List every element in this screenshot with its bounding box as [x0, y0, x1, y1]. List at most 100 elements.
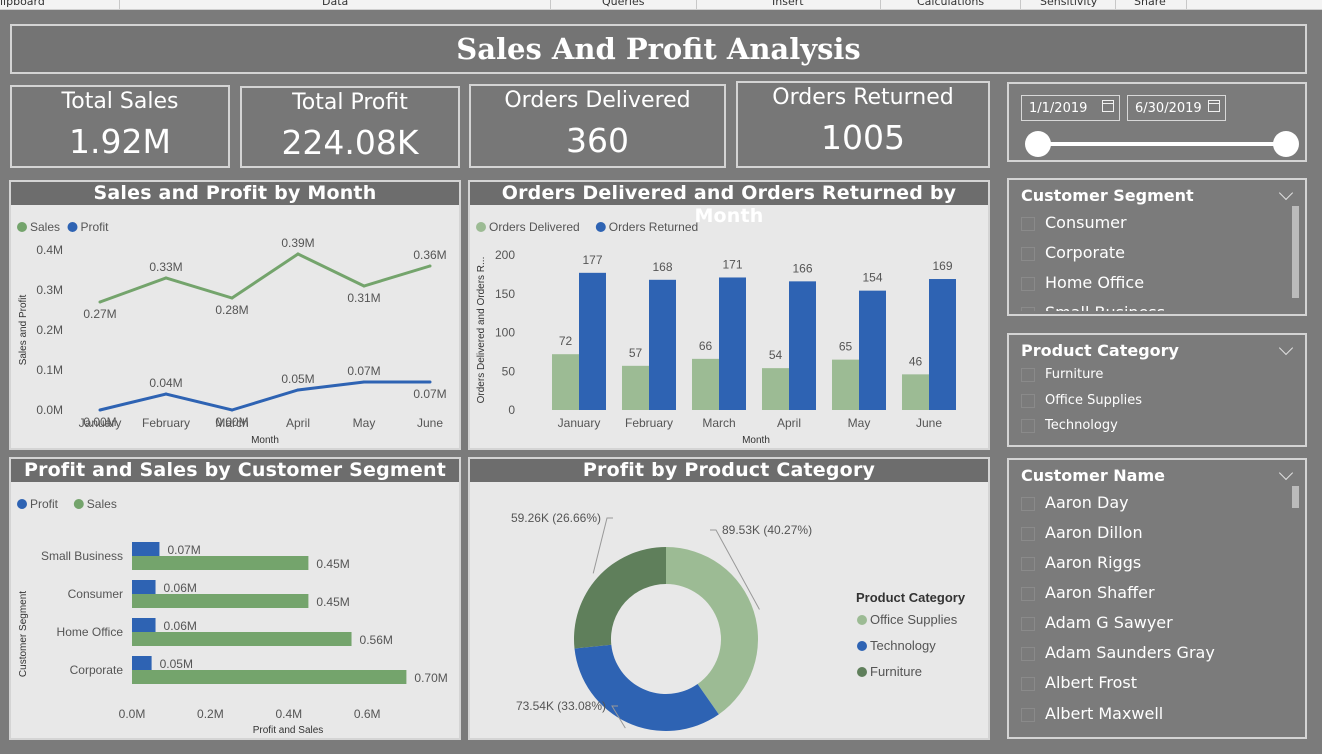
data-label: 0.07M: [167, 543, 200, 557]
start-date-input[interactable]: 1/1/2019: [1021, 95, 1120, 121]
checkbox[interactable]: [1021, 707, 1035, 722]
ribbon-group-clipboard[interactable]: lipboard: [0, 0, 45, 8]
y-tick-label: 100: [495, 326, 515, 340]
data-label: 169: [932, 259, 952, 273]
date-slider-start-handle[interactable]: [1025, 131, 1051, 157]
data-label: 72: [559, 334, 573, 348]
x-tick-label: April: [777, 416, 801, 430]
data-label: 0.70M: [414, 671, 447, 685]
ribbon-group-sensitivity[interactable]: Sensitivity: [1040, 0, 1097, 8]
bar-delivered: [762, 368, 789, 410]
data-label: 154: [862, 271, 882, 285]
product-category-slicer: Product Category Furniture Office Suppli…: [1007, 333, 1307, 447]
bar-sales: [132, 632, 352, 646]
slicer-option-small-business[interactable]: Small Business: [1021, 303, 1165, 311]
ribbon-group-queries[interactable]: Queries: [602, 0, 644, 8]
bar-returned: [929, 279, 956, 410]
end-date-value: 6/30/2019: [1135, 101, 1202, 116]
ribbon-group-share[interactable]: Share: [1134, 0, 1166, 8]
kpi-orders-delivered[interactable]: Orders Delivered 360: [469, 84, 726, 168]
y-tick-label: Home Office: [57, 625, 124, 639]
checkbox[interactable]: [1021, 676, 1035, 691]
ribbon-group-insert[interactable]: Insert: [772, 0, 804, 8]
slicer-clip: Small Business: [1009, 300, 1289, 311]
data-label: 65: [839, 340, 853, 354]
slicer-option-customer[interactable]: Adam Saunders Gray: [1021, 643, 1215, 662]
slicer-option-corporate[interactable]: Corporate: [1021, 243, 1125, 262]
kpi-label: Orders Returned: [772, 85, 954, 110]
legend-label: Sales: [30, 220, 60, 234]
checkbox[interactable]: [1021, 393, 1035, 408]
slicer-scrollbar[interactable]: [1292, 206, 1299, 298]
chart-title: Profit by Product Category: [470, 459, 988, 482]
y-tick-label: 150: [495, 287, 515, 301]
slicer-option-customer[interactable]: Albert Frost: [1021, 673, 1137, 692]
end-date-input[interactable]: 6/30/2019: [1127, 95, 1226, 121]
legend-marker: [857, 615, 867, 625]
slicer-option-customer[interactable]: Adam G Sawyer: [1021, 613, 1173, 632]
kpi-value: 1.92M: [69, 122, 171, 161]
slicer-option-consumer[interactable]: Consumer: [1021, 213, 1127, 232]
x-tick-label: January: [558, 416, 601, 430]
slicer-option-customer[interactable]: Aaron Riggs: [1021, 553, 1141, 572]
data-label: 0.00M: [215, 415, 248, 429]
slicer-option-office-supplies[interactable]: Office Supplies: [1021, 393, 1142, 408]
chevron-down-icon[interactable]: [1278, 465, 1294, 481]
kpi-total-profit[interactable]: Total Profit 224.08K: [240, 86, 460, 168]
checkbox[interactable]: [1021, 276, 1035, 291]
checkbox[interactable]: [1021, 367, 1035, 382]
ribbon-group-calculations[interactable]: Calculations: [917, 0, 984, 8]
chevron-down-icon[interactable]: [1278, 185, 1294, 201]
slicer-title: Customer Segment: [1021, 186, 1194, 205]
slicer-option-technology[interactable]: Technology: [1021, 418, 1118, 433]
orders-by-month-chart[interactable]: Orders Delivered and Orders Returned by …: [468, 180, 990, 450]
report-title: Sales And Profit Analysis: [456, 32, 861, 66]
option-label: Albert Frost: [1045, 673, 1137, 692]
slicer-scrollbar[interactable]: [1292, 486, 1299, 508]
option-label: Corporate: [1045, 243, 1125, 262]
calendar-icon[interactable]: [1208, 100, 1220, 112]
column-chart-svg: Orders Delivered Orders Returned 0 50 100 150…: [476, 220, 956, 446]
slicer-option-home-office[interactable]: Home Office: [1021, 273, 1144, 292]
slicer-option-furniture[interactable]: Furniture: [1021, 367, 1103, 382]
data-label: 54: [769, 348, 783, 362]
profit-by-category-chart[interactable]: Profit by Product Category 89.53K (40.27…: [468, 457, 990, 740]
kpi-orders-returned[interactable]: Orders Returned 1005: [736, 81, 990, 168]
checkbox[interactable]: [1021, 526, 1035, 541]
option-label: Office Supplies: [1045, 393, 1143, 408]
checkbox[interactable]: [1021, 616, 1035, 631]
data-label: 0.39M: [281, 236, 314, 250]
sales-profit-by-month-chart[interactable]: Sales and Profit by Month Sales Profit 0.0…: [9, 180, 461, 450]
slicer-option-customer[interactable]: Aaron Shaffer: [1021, 583, 1155, 602]
slicer-option-customer[interactable]: Aaron Dillon: [1021, 523, 1143, 542]
date-slider-end-handle[interactable]: [1273, 131, 1299, 157]
checkbox[interactable]: [1021, 216, 1035, 231]
ribbon-group-data[interactable]: Data: [322, 0, 348, 8]
slicer-option-customer[interactable]: Aaron Day: [1021, 493, 1129, 512]
bar-returned: [649, 279, 676, 410]
checkbox[interactable]: [1021, 556, 1035, 571]
chevron-down-icon[interactable]: [1278, 340, 1294, 356]
date-slider-track[interactable]: [1037, 142, 1287, 146]
bar-delivered: [692, 358, 719, 410]
slicer-title: Customer Name: [1021, 466, 1165, 485]
checkbox[interactable]: [1021, 306, 1035, 311]
bar-delivered: [622, 365, 649, 410]
checkbox[interactable]: [1021, 246, 1035, 261]
kpi-total-sales[interactable]: Total Sales 1.92M: [10, 85, 230, 168]
checkbox[interactable]: [1021, 418, 1035, 433]
checkbox[interactable]: [1021, 496, 1035, 511]
data-label: 57: [629, 346, 643, 360]
data-label: 0.33M: [149, 260, 182, 274]
data-label: 0.07M: [413, 387, 446, 401]
x-axis-label: Profit and Sales: [253, 725, 324, 736]
calendar-icon[interactable]: [1102, 100, 1114, 112]
profit-sales-by-segment-chart[interactable]: Profit and Sales by Customer Segment Pro…: [9, 457, 461, 740]
legend-marker: [17, 499, 27, 509]
checkbox[interactable]: [1021, 646, 1035, 661]
checkbox[interactable]: [1021, 586, 1035, 601]
slicer-option-customer[interactable]: Albert Maxwell: [1021, 704, 1163, 723]
option-label: Aaron Day: [1045, 493, 1129, 512]
bar-returned: [789, 281, 816, 410]
option-label: Adam Saunders Gray: [1045, 643, 1215, 662]
